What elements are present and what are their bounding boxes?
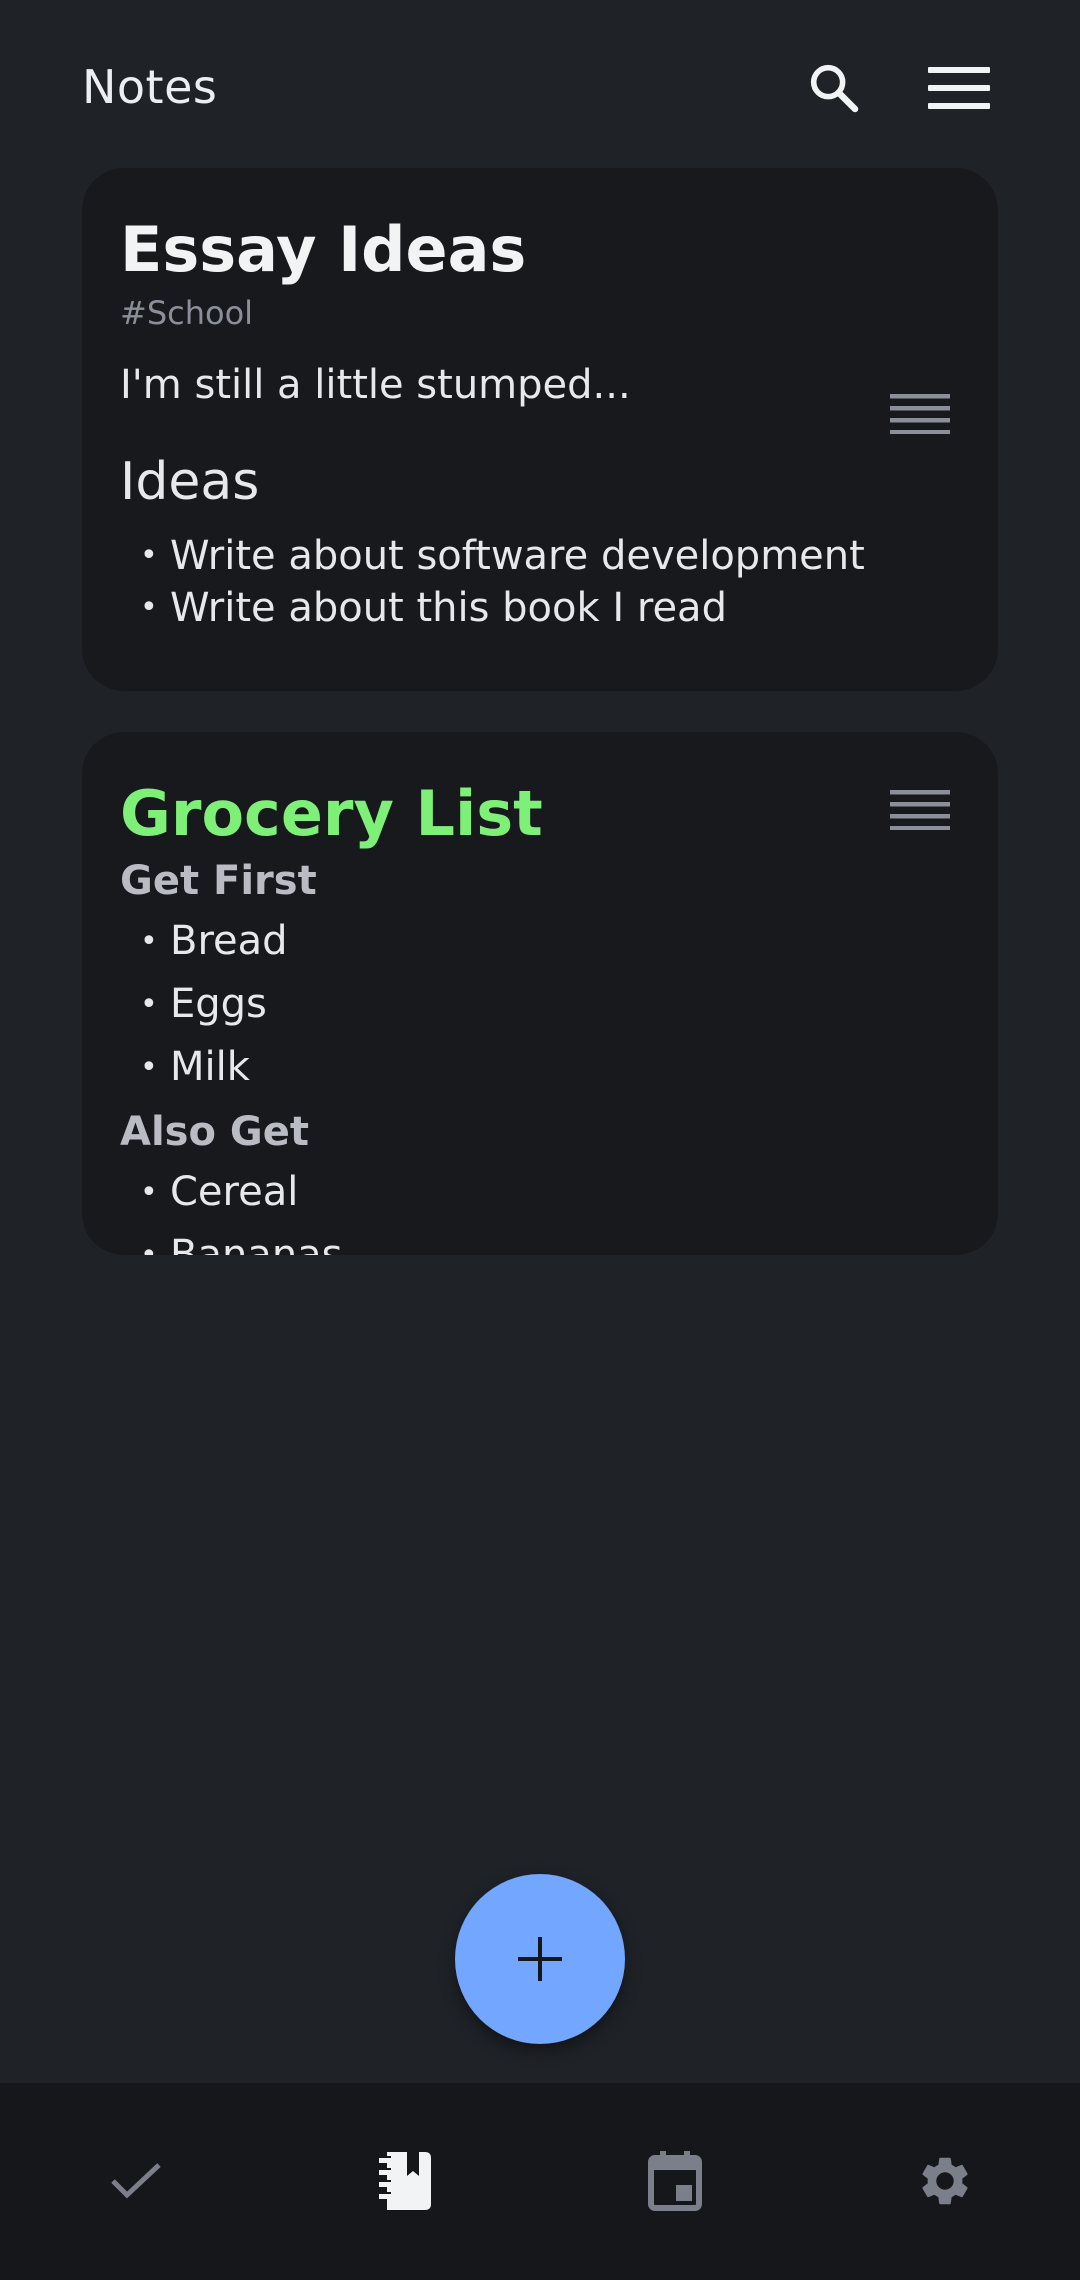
check-icon — [111, 2163, 161, 2199]
bottom-navigation — [0, 2083, 1080, 2280]
nav-settings[interactable] — [895, 2131, 995, 2231]
top-app-bar: Notes — [0, 0, 1080, 170]
section-heading: Also Get — [120, 1109, 309, 1156]
list-item: Write about this book I read — [140, 582, 920, 634]
nav-notes[interactable] — [355, 2131, 455, 2231]
nav-tasks[interactable] — [86, 2131, 186, 2231]
gear-icon — [922, 2157, 968, 2205]
nav-calendar[interactable] — [625, 2131, 725, 2231]
search-button[interactable] — [786, 40, 882, 136]
note-card-essay-ideas[interactable]: Essay Ideas #School I'm still a little s… — [82, 168, 998, 691]
add-note-button[interactable] — [455, 1874, 625, 2044]
list-item: Bread — [140, 910, 920, 973]
note-menu-button[interactable] — [884, 774, 956, 846]
note-menu-button[interactable] — [884, 378, 956, 450]
page-title: Notes — [82, 60, 218, 114]
note-title: Grocery List — [120, 777, 543, 850]
note-content: Essay Ideas #School I'm still a little s… — [120, 213, 920, 634]
menu-button[interactable] — [911, 40, 1007, 136]
note-heading: Ideas — [120, 452, 260, 513]
note-menu-icon — [890, 790, 950, 830]
plus-icon — [518, 1937, 562, 1981]
list-item: Milk — [140, 1036, 920, 1099]
bullet-list: Write about software development Write a… — [120, 530, 920, 634]
note-content: Grocery List Get First Bread Eggs Milk A… — [120, 777, 920, 1255]
list-item: Cereal — [140, 1161, 920, 1224]
note-tag[interactable]: #School — [120, 294, 920, 332]
bullet-list: Bread Eggs Milk — [120, 910, 920, 1099]
note-title: Essay Ideas — [120, 213, 527, 286]
section-heading: Get First — [120, 858, 317, 905]
calendar-icon — [648, 2151, 702, 2211]
notes-app: Notes Essay Ideas #School I'm still a li… — [0, 0, 1080, 2280]
list-item: Write about software development — [140, 530, 920, 582]
note-menu-icon — [890, 394, 950, 434]
note-paragraph: I'm still a little stumped... — [120, 362, 631, 409]
note-card-grocery-list[interactable]: Grocery List Get First Bread Eggs Milk A… — [82, 732, 998, 1255]
bullet-list: Cereal Bananas — [120, 1161, 920, 1255]
list-item: Bananas — [140, 1224, 920, 1255]
list-item: Eggs — [140, 973, 920, 1036]
search-icon — [810, 64, 859, 113]
hamburger-menu-icon — [928, 67, 990, 109]
notebook-icon — [379, 2152, 431, 2210]
